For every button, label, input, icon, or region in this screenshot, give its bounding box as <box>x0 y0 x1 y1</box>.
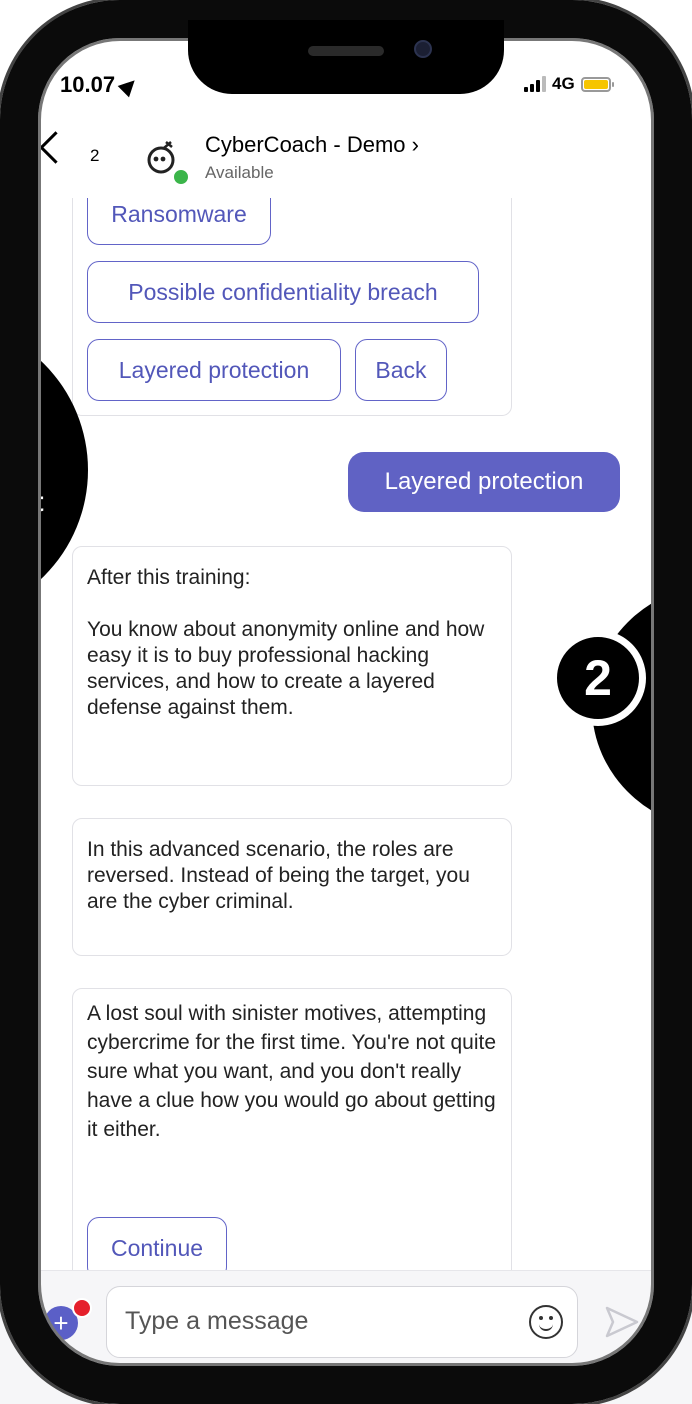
send-icon[interactable] <box>604 1304 640 1340</box>
emoji-icon[interactable] <box>529 1305 563 1339</box>
location-arrow-icon <box>117 74 141 98</box>
speaker-grille <box>308 46 384 56</box>
status-time: 10.07 <box>60 72 141 98</box>
bot-message-bubble: After this training: You know about anon… <box>72 546 512 786</box>
callout-line: out <box>0 486 44 517</box>
phone-notch <box>188 20 504 94</box>
callout-line: o <box>0 450 18 481</box>
signal-icon <box>524 76 546 92</box>
step-number-badge: 2 <box>550 630 646 726</box>
status-indicators: 4G <box>524 74 614 93</box>
bot-message-bubble: In this advanced scenario, the roles are… <box>72 818 512 956</box>
option-button-confidentiality-breach[interactable]: Possible confidentiality breach <box>87 261 479 323</box>
options-card: Ransomware Possible confidentiality brea… <box>72 160 512 416</box>
back-count[interactable]: 2 <box>90 146 99 166</box>
available-status-dot <box>172 168 190 186</box>
callout-line: ou <box>0 414 35 445</box>
front-camera <box>414 40 432 58</box>
tutorial-callout-right-text: P <box>666 736 684 766</box>
contact-status: Available <box>205 163 274 182</box>
option-button-layered-protection[interactable]: Layered protection <box>87 339 341 401</box>
message-input-placeholder: Type a message <box>125 1307 309 1335</box>
callout-line: e <box>0 378 16 409</box>
chat-screen: 10.07 4G 2 CyberCoach - Demo › Available… <box>0 0 692 1404</box>
battery-icon <box>580 77 614 92</box>
chat-header: 2 CyberCoach - Demo › Available <box>0 118 692 198</box>
tutorial-callout-left-text: e ou o out <box>0 376 44 520</box>
bot-message-text: A lost soul with sinister motives, attem… <box>87 1002 502 1141</box>
user-message-bubble: Layered protection <box>348 452 620 512</box>
back-chevron-icon[interactable] <box>39 131 72 164</box>
bot-message-card: A lost soul with sinister motives, attem… <box>72 988 512 1308</box>
network-type: 4G <box>552 74 575 93</box>
contact-name[interactable]: CyberCoach - Demo › <box>205 132 419 158</box>
message-input[interactable]: Type a message <box>106 1286 578 1358</box>
notification-dot <box>72 1298 92 1318</box>
option-button-back[interactable]: Back <box>355 339 447 401</box>
